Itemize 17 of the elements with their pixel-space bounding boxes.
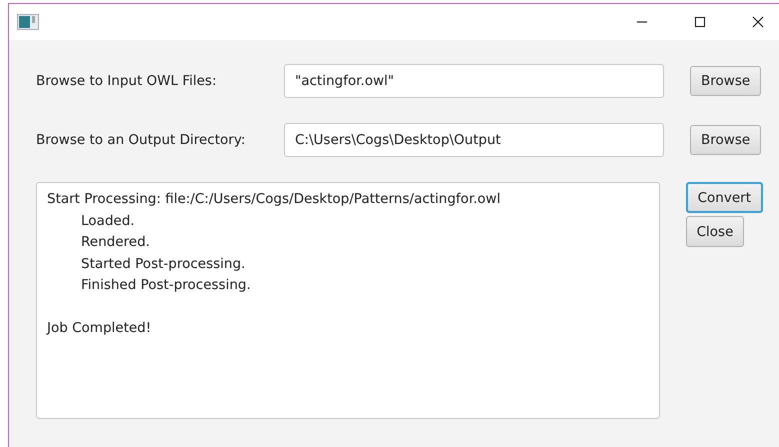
close-icon[interactable] [752, 16, 764, 28]
app-icon [17, 14, 39, 30]
log-line: Rendered. [80, 234, 151, 252]
log-line: Start Processing: file:/C:/Users/Cogs/Desktop/Patterns/actingfor.owl [47, 191, 502, 209]
log-line: Job Completed! [47, 320, 152, 338]
maximize-icon[interactable] [694, 16, 706, 28]
log-line: Started Post-processing. [80, 256, 246, 274]
field-label: Browse to an Output Directory: [36, 132, 246, 148]
action-button[interactable]: Close [686, 216, 744, 247]
browse-button[interactable]: Browse [690, 125, 762, 155]
input-field[interactable]: "actingfor.owl" [284, 64, 664, 98]
browse-button[interactable]: Browse [690, 66, 762, 96]
input-field[interactable]: C:\Users\Cogs\Desktop\Output [284, 123, 664, 157]
action-button[interactable]: Convert [686, 182, 763, 213]
log-line: Finished Post-processing. [80, 277, 252, 295]
log-line: Loaded. [80, 212, 136, 230]
field-label: Browse to Input OWL Files: [36, 73, 218, 89]
